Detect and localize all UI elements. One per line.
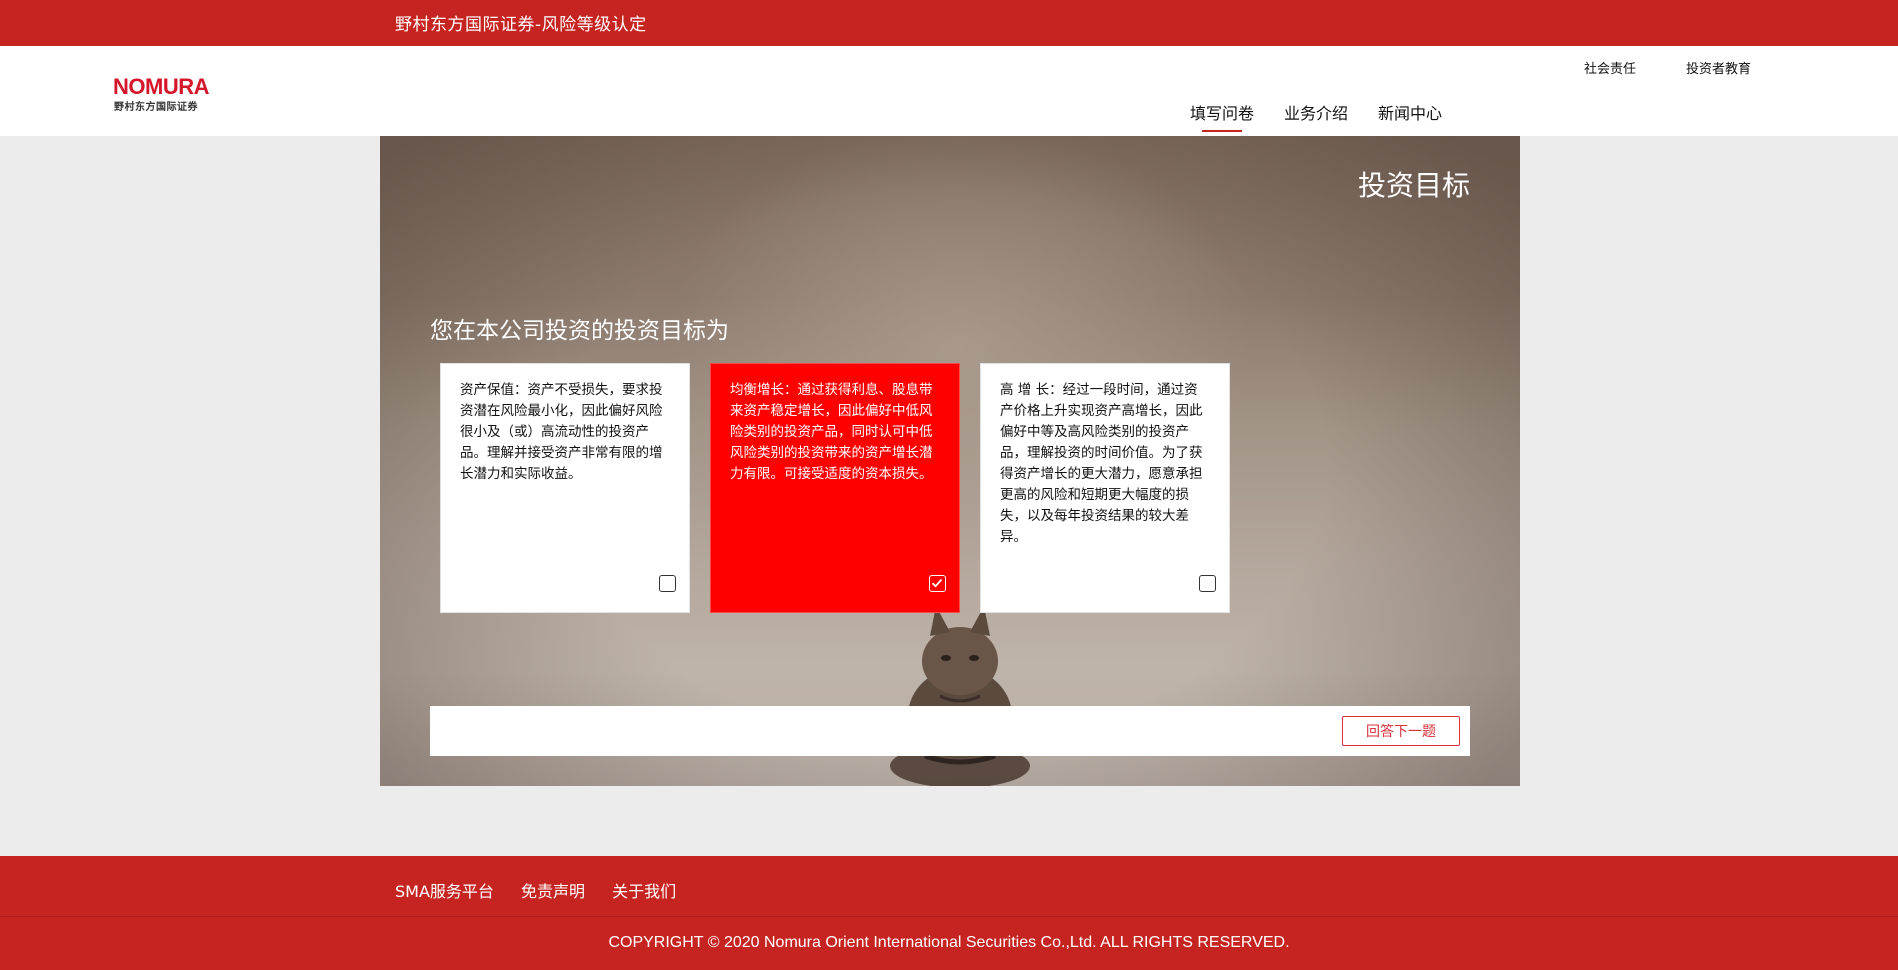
option-text: 高 增 长：经过一段时间，通过资产价格上升实现资产高增长，因此偏好中等及高风险类… — [1000, 382, 1203, 545]
copyright-text: COPYRIGHT © 2020 Nomura Orient Internati… — [608, 934, 1290, 951]
answer-bar: 回答下一题 — [430, 706, 1470, 756]
checkbox-checked[interactable] — [929, 575, 946, 592]
logo-mark: NOMURA — [113, 74, 210, 99]
checkbox[interactable] — [1199, 575, 1216, 592]
checkbox[interactable] — [659, 575, 676, 592]
option-card-preserve[interactable]: 资产保值：资产不受损失，要求投资潜在风险最小化，因此偏好风险很小及（或）高流动性… — [440, 363, 690, 613]
footer-link-disclaimer[interactable]: 免责声明 — [521, 882, 585, 901]
checkmark-icon — [931, 578, 943, 588]
option-text: 均衡增长：通过获得利息、股息带来资产稳定增长，因此偏好中低风险类别的投资产品，同… — [730, 382, 933, 482]
footer-link-sma[interactable]: SMA服务平台 — [395, 882, 494, 901]
link-social-responsibility[interactable]: 社会责任 — [1584, 58, 1636, 77]
next-question-button[interactable]: 回答下一题 — [1342, 716, 1460, 746]
nav-news-center[interactable]: 新闻中心 — [1378, 100, 1442, 124]
section-title: 投资目标 — [1357, 169, 1470, 202]
option-card-high-growth[interactable]: 高 增 长：经过一段时间，通过资产价格上升实现资产高增长，因此偏好中等及高风险类… — [980, 363, 1230, 613]
question-panel: 投资目标 您在本公司投资的投资目标为 资产保值：资产不受损失，要求投资潜在风险最… — [380, 136, 1520, 786]
question-text: 您在本公司投资的投资目标为 — [430, 318, 729, 344]
option-card-balanced[interactable]: 均衡增长：通过获得利息、股息带来资产稳定增长，因此偏好中低风险类别的投资产品，同… — [710, 363, 960, 613]
logo-subtitle: 野村东方国际证券 — [114, 102, 198, 113]
top-bar: 野村东方国际证券-风险等级认定 — [0, 0, 1898, 46]
header: NOMURA 野村东方国际证券 社会责任 投资者教育 填写问卷 业务介绍 新闻中… — [0, 46, 1898, 136]
option-text: 资产保值：资产不受损失，要求投资潜在风险最小化，因此偏好风险很小及（或）高流动性… — [460, 382, 663, 482]
footer: SMA服务平台 免责声明 关于我们 COPYRIGHT © 2020 Nomur… — [0, 856, 1898, 970]
nomura-logo[interactable]: NOMURA 野村东方国际证券 — [113, 74, 213, 114]
footer-link-about[interactable]: 关于我们 — [612, 882, 676, 901]
footer-divider — [0, 916, 1898, 917]
site-title: 野村东方国际证券-风险等级认定 — [395, 15, 647, 35]
nav-business-intro[interactable]: 业务介绍 — [1284, 100, 1348, 124]
footer-links: SMA服务平台 免责声明 关于我们 — [395, 878, 698, 902]
link-investor-education[interactable]: 投资者教育 — [1686, 58, 1751, 77]
nav-fill-questionnaire[interactable]: 填写问卷 — [1190, 100, 1254, 132]
